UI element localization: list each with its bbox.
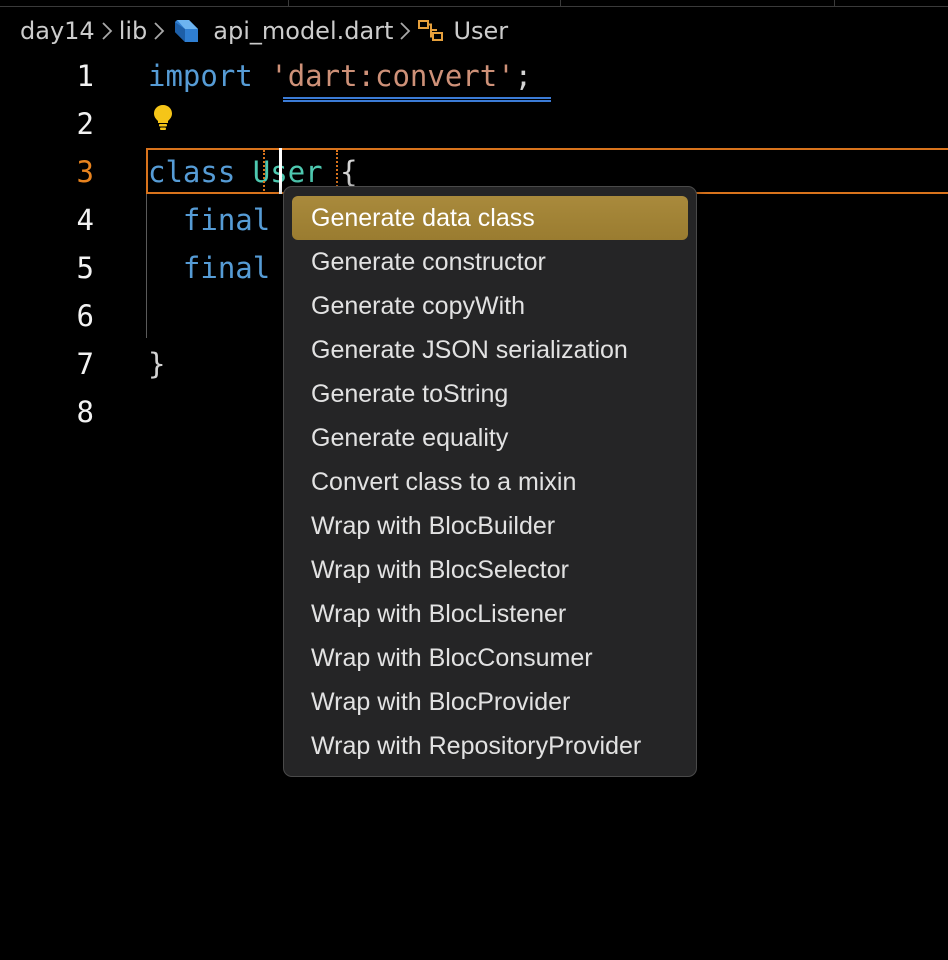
breadcrumb-symbol[interactable]: User: [417, 17, 508, 45]
chevron-right-icon: [95, 21, 119, 41]
code-line[interactable]: 1 import 'dart:convert';: [0, 52, 948, 100]
menu-item-wrap-bloclistener[interactable]: Wrap with BlocListener: [292, 592, 688, 636]
import-info-underline: [283, 97, 551, 102]
line-number: 7: [76, 347, 94, 381]
line-number: 5: [76, 251, 94, 285]
menu-item-generate-copywith[interactable]: Generate copyWith: [292, 284, 688, 328]
dart-icon: [171, 16, 201, 46]
chevron-right-icon: [147, 21, 171, 41]
menu-item-wrap-blocprovider[interactable]: Wrap with BlocProvider: [292, 680, 688, 724]
menu-item-generate-equality[interactable]: Generate equality: [292, 416, 688, 460]
code-text: }: [148, 340, 165, 388]
line-number: 6: [76, 299, 94, 333]
keyword-token: final: [182, 251, 271, 285]
menu-item-wrap-blocconsumer[interactable]: Wrap with BlocConsumer: [292, 636, 688, 680]
punctuation-token: {: [340, 155, 358, 189]
string-token: 'dart:convert': [270, 59, 515, 93]
menu-item-convert-to-mixin[interactable]: Convert class to a mixin: [292, 460, 688, 504]
menu-item-wrap-repositoryprovider[interactable]: Wrap with RepositoryProvider: [292, 724, 688, 768]
menu-item-generate-tostring[interactable]: Generate toString: [292, 372, 688, 416]
breadcrumb-label: User: [453, 17, 509, 45]
line-number: 8: [76, 395, 94, 429]
chevron-right-icon: [393, 21, 417, 41]
breadcrumb-folder-day14[interactable]: day14: [20, 17, 95, 45]
keyword-token: import: [148, 59, 253, 93]
tab-separator: [834, 0, 835, 7]
breadcrumb-file[interactable]: api_model.dart: [171, 16, 393, 46]
menu-item-generate-data-class[interactable]: Generate data class: [292, 196, 688, 240]
tab-strip: [0, 0, 948, 7]
line-number: 2: [76, 107, 94, 141]
text-cursor: [279, 148, 282, 194]
lightbulb-icon[interactable]: [151, 103, 175, 131]
tab-separator: [560, 0, 561, 7]
breadcrumb-label: api_model.dart: [213, 17, 394, 45]
breadcrumb: day14 lib api_model.dart User: [20, 14, 508, 48]
class-symbol-icon: [417, 18, 445, 44]
line-number: 4: [76, 203, 94, 237]
tab-separator: [288, 0, 289, 7]
menu-item-wrap-blocbuilder[interactable]: Wrap with BlocBuilder: [292, 504, 688, 548]
code-text: import 'dart:convert';: [148, 52, 532, 100]
code-text: final: [148, 196, 270, 244]
keyword-token: final: [182, 203, 271, 237]
menu-item-generate-constructor[interactable]: Generate constructor: [292, 240, 688, 284]
code-text: final: [148, 244, 270, 292]
menu-item-wrap-blocselector[interactable]: Wrap with BlocSelector: [292, 548, 688, 592]
menu-item-generate-json-serialization[interactable]: Generate JSON serialization: [292, 328, 688, 372]
code-line[interactable]: 2: [0, 100, 948, 148]
line-number: 1: [76, 59, 94, 93]
breadcrumb-label: day14: [20, 17, 95, 45]
code-action-menu[interactable]: Generate data class Generate constructor…: [283, 186, 697, 777]
punctuation-token: }: [148, 347, 166, 381]
keyword-token: class: [148, 155, 236, 189]
breadcrumb-label: lib: [118, 17, 148, 45]
symbol-highlight-border: [263, 150, 265, 194]
line-number-active: 3: [76, 155, 94, 189]
breadcrumb-folder-lib[interactable]: lib: [119, 17, 148, 45]
punctuation-token: ;: [514, 59, 533, 93]
